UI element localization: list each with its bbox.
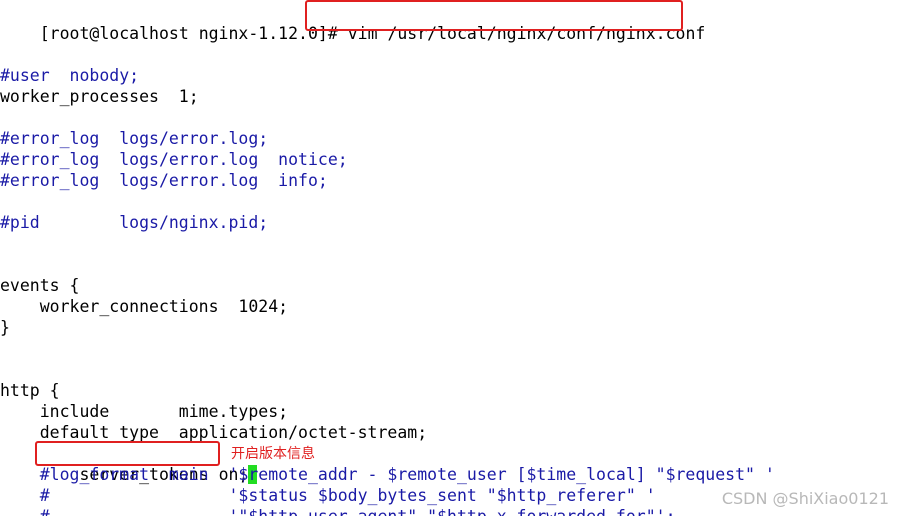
config-line-events-open: events {: [0, 276, 80, 295]
config-line-error-log-3: #error_log logs/error.log info;: [0, 171, 328, 190]
config-line-log-format-3: # '"$http_user_agent" "$http_x_forwarded…: [0, 506, 676, 516]
config-line-error-log-2: #error_log logs/error.log notice;: [0, 150, 348, 169]
config-line-log-format-1: #log_format main '$remote_addr - $remote…: [0, 465, 775, 484]
config-line-http-open: http {: [0, 381, 60, 400]
watermark: CSDN @ShiXiao0121: [721, 489, 889, 508]
command-highlight-box: [305, 0, 683, 31]
config-line-worker-connections: worker_connections 1024;: [0, 297, 289, 316]
config-line-worker-processes: worker_processes 1;: [0, 87, 199, 106]
config-line-log-format-2: # '$status $body_bytes_sent "$http_refer…: [0, 486, 656, 505]
config-line-default-type: default_type application/octet-stream;: [0, 423, 428, 442]
server-tokens-highlight-box: [35, 441, 220, 466]
config-line-include: include mime.types;: [0, 402, 289, 421]
shell-prompt: [root@localhost nginx-1.12.0]#: [39, 24, 348, 43]
config-line-events-close: }: [0, 318, 10, 337]
annotation-label: 开启版本信息: [231, 446, 315, 462]
config-line-pid: #pid logs/nginx.pid;: [0, 213, 269, 232]
config-line-error-log-1: #error_log logs/error.log;: [0, 129, 269, 148]
config-line-user: #user nobody;: [0, 66, 140, 85]
terminal-window[interactable]: [root@localhost nginx-1.12.0]# vim /usr/…: [0, 0, 905, 516]
